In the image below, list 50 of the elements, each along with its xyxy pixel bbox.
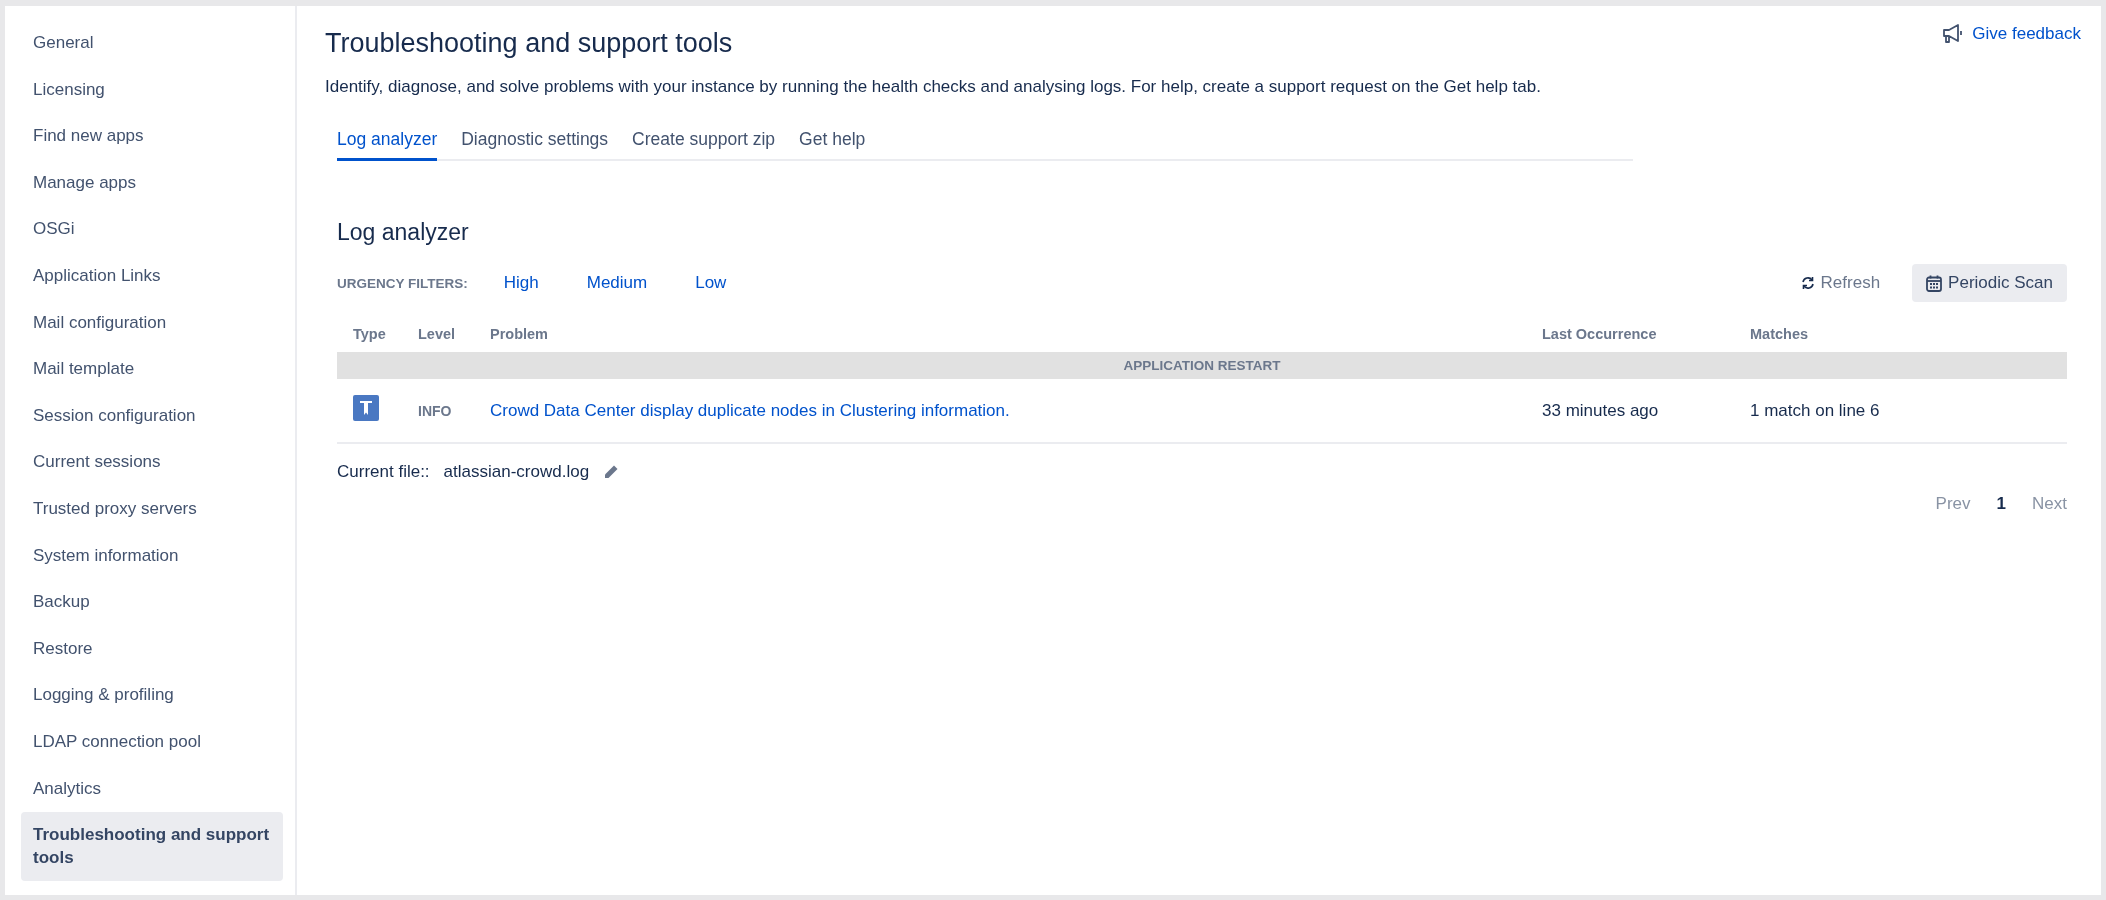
sidebar-item[interactable]: Current sessions [21, 439, 283, 486]
urgency-filter-link[interactable]: Low [695, 273, 727, 293]
sidebar-item[interactable]: Backup [21, 579, 283, 626]
sidebar-item[interactable]: Licensing [21, 66, 283, 114]
sidebar-item[interactable]: System information [21, 532, 283, 580]
column-header: Problem [474, 312, 1526, 352]
sidebar-item[interactable]: Mail template [21, 346, 283, 393]
sidebar-item[interactable]: Manage apps [21, 159, 283, 207]
column-header: Level [402, 312, 474, 352]
sidebar-item[interactable]: Troubleshooting and support tools [21, 812, 283, 882]
tab[interactable]: Log analyzer [337, 123, 438, 161]
give-feedback-link[interactable]: Give feedback [1942, 24, 2081, 44]
sidebar-item[interactable]: Restore [21, 625, 283, 673]
group-header: APPLICATION RESTART [337, 352, 2067, 379]
tab[interactable]: Create support zip [632, 123, 776, 161]
urgency-filter-link[interactable]: Medium [586, 273, 648, 293]
calendar-icon [1926, 274, 1943, 292]
sidebar-item[interactable]: Logging & profiling [21, 672, 283, 719]
problem-link[interactable]: Crowd Data Center display duplicate nodes in Clustering information. [490, 400, 1010, 420]
column-header: Last Occurrence [1526, 312, 1734, 352]
sidebar-item[interactable]: Application Links [21, 252, 283, 300]
column-header: Matches [1734, 312, 2067, 352]
sidebar-item[interactable]: Analytics [21, 765, 283, 813]
tab[interactable]: Diagnostic settings [461, 123, 609, 161]
sidebar-item[interactable]: Mail configuration [21, 299, 283, 347]
megaphone-icon [1942, 24, 1965, 44]
column-header: Type [337, 312, 402, 352]
periodic-scan-button[interactable]: Periodic Scan [1912, 264, 2067, 302]
refresh-button[interactable]: Refresh [1794, 272, 1887, 294]
section-heading: Log analyzer [337, 219, 470, 246]
urgency-filter-link[interactable]: High [503, 273, 539, 293]
page-number-link[interactable]: 1 [1996, 494, 2007, 514]
filters-label: URGENCY FILTERS: [337, 275, 468, 291]
sidebar-item[interactable]: General [21, 20, 283, 67]
current-file-name: atlassian-crowd.log [443, 462, 590, 482]
pencil-icon[interactable] [603, 464, 620, 480]
sidebar-item[interactable]: Session configuration [21, 392, 283, 440]
sidebar-item[interactable]: Find new apps [21, 113, 283, 160]
sidebar-item[interactable]: LDAP connection pool [21, 718, 283, 766]
tab[interactable]: Get help [799, 123, 866, 161]
sidebar-item[interactable]: Trusted proxy servers [21, 485, 283, 533]
page-description: Identify, diagnose, and solve problems with your instance by running the health checks and analysing logs. For help, create a support request on the Get help tab. [325, 77, 1542, 97]
bookmark-icon [353, 395, 379, 421]
last-occurrence-cell: 33 minutes ago [1526, 379, 1734, 443]
level-cell: INFO [402, 379, 474, 443]
page-title: Troubleshooting and support tools [325, 28, 733, 59]
sidebar-item[interactable]: OSGi [21, 206, 283, 253]
matches-cell: 1 match on line 6 [1734, 379, 2067, 443]
current-file-label: Current file:: [337, 462, 430, 482]
refresh-icon [1800, 276, 1815, 290]
